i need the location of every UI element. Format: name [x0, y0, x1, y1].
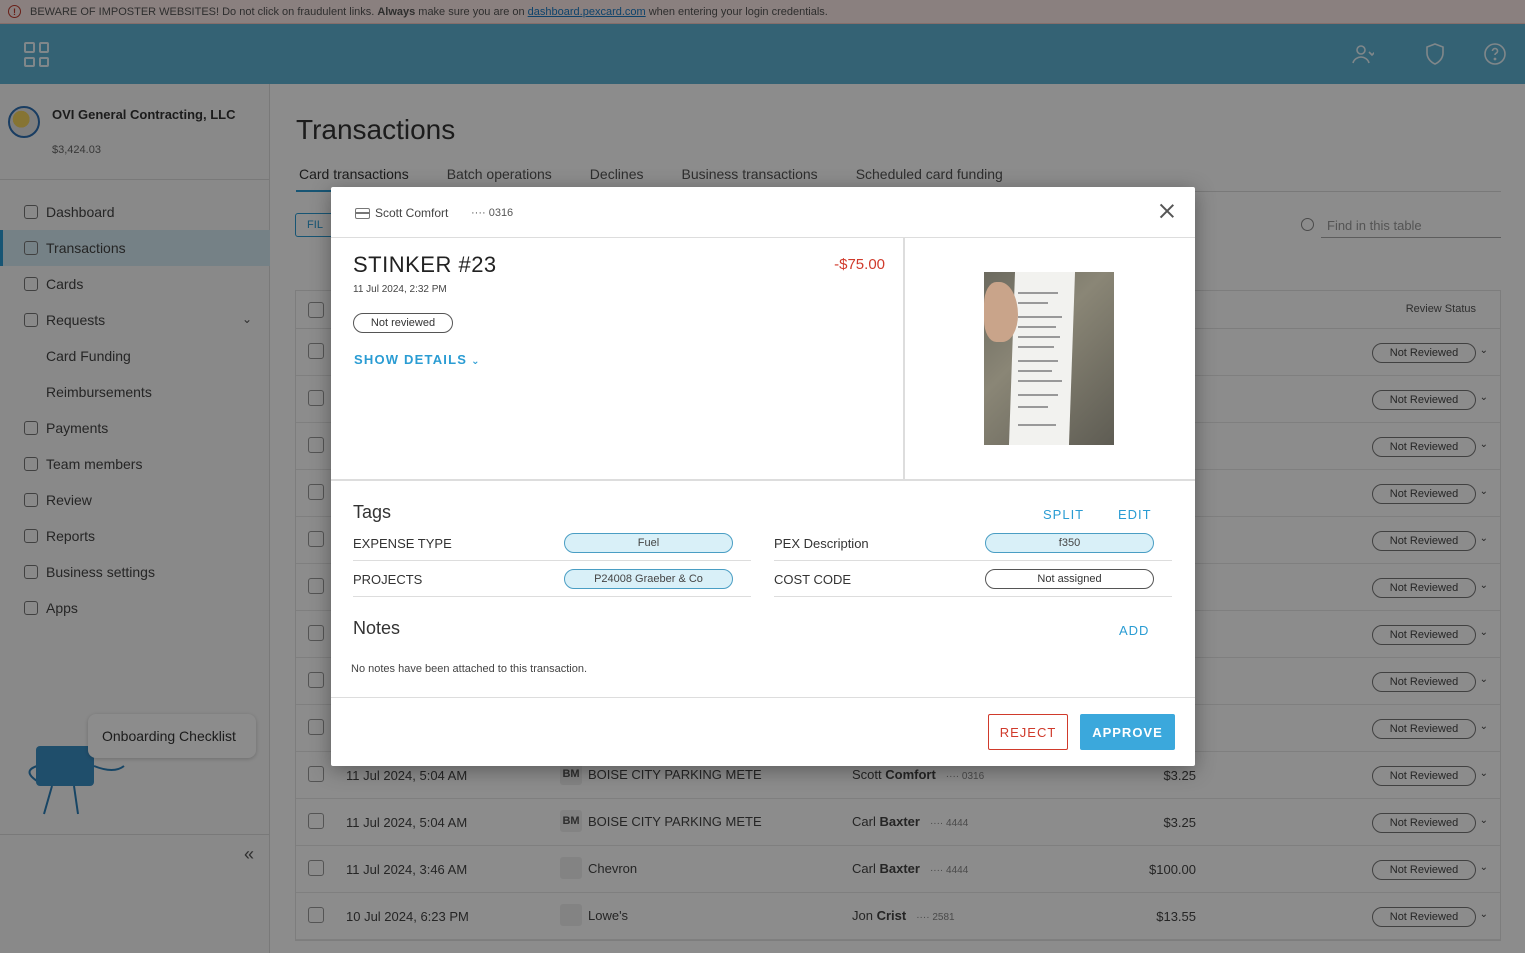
tag-value-pill[interactable]: Not assigned — [985, 569, 1154, 589]
reject-button[interactable]: REJECT — [988, 714, 1068, 750]
transaction-summary: STINKER #23 -$75.00 11 Jul 2024, 2:32 PM… — [331, 238, 905, 480]
card-icon — [355, 208, 370, 219]
show-details-label: SHOW DETAILS — [354, 352, 468, 367]
modal-cardholder: Scott Comfort — [375, 206, 449, 220]
modal-footer-divider — [331, 697, 1195, 698]
tag-value-pill[interactable]: Fuel — [564, 533, 733, 553]
tag-row-cost-code: COST CODE Not assigned — [774, 561, 1172, 597]
transaction-detail-modal: Scott Comfort ···· 0316 STINKER #23 -$75… — [331, 187, 1195, 766]
modal-header: Scott Comfort ···· 0316 — [331, 187, 1195, 238]
chevron-down-icon: ⌄ — [471, 356, 481, 367]
notes-heading: Notes — [353, 618, 401, 638]
modal-datetime: 11 Jul 2024, 2:32 PM — [353, 284, 447, 295]
tag-value-pill[interactable]: f350 — [985, 533, 1154, 553]
tag-label: PROJECTS — [353, 572, 423, 587]
edit-button[interactable]: EDIT — [1118, 507, 1152, 522]
close-icon[interactable] — [1159, 203, 1175, 219]
add-note-button[interactable]: ADD — [1119, 623, 1149, 638]
approve-button[interactable]: APPROVE — [1080, 714, 1175, 750]
split-button[interactable]: SPLIT — [1043, 507, 1084, 522]
modal-divider — [331, 479, 1195, 481]
tags-heading: Tags — [353, 502, 392, 522]
show-details-button[interactable]: SHOW DETAILS ⌄ — [354, 352, 481, 367]
modal-merchant: STINKER #23 — [353, 252, 497, 277]
tag-label: COST CODE — [774, 572, 852, 587]
receipt-panel — [906, 238, 1195, 480]
tag-row-pex-description: PEX Description f350 — [774, 525, 1172, 561]
modal-amount: -$75.00 — [834, 256, 885, 273]
tag-label: PEX Description — [774, 536, 869, 551]
tag-row-projects: PROJECTS P24008 Graeber & Co — [353, 561, 751, 597]
tag-label: EXPENSE TYPE — [353, 536, 452, 551]
tag-row-expense-type: EXPENSE TYPE Fuel — [353, 525, 751, 561]
receipt-image[interactable] — [984, 272, 1114, 445]
status-badge: Not reviewed — [353, 313, 453, 333]
modal-card-last4: ···· 0316 — [471, 207, 514, 219]
no-notes-message: No notes have been attached to this tran… — [351, 663, 588, 675]
tag-value-pill[interactable]: P24008 Graeber & Co — [564, 569, 733, 589]
